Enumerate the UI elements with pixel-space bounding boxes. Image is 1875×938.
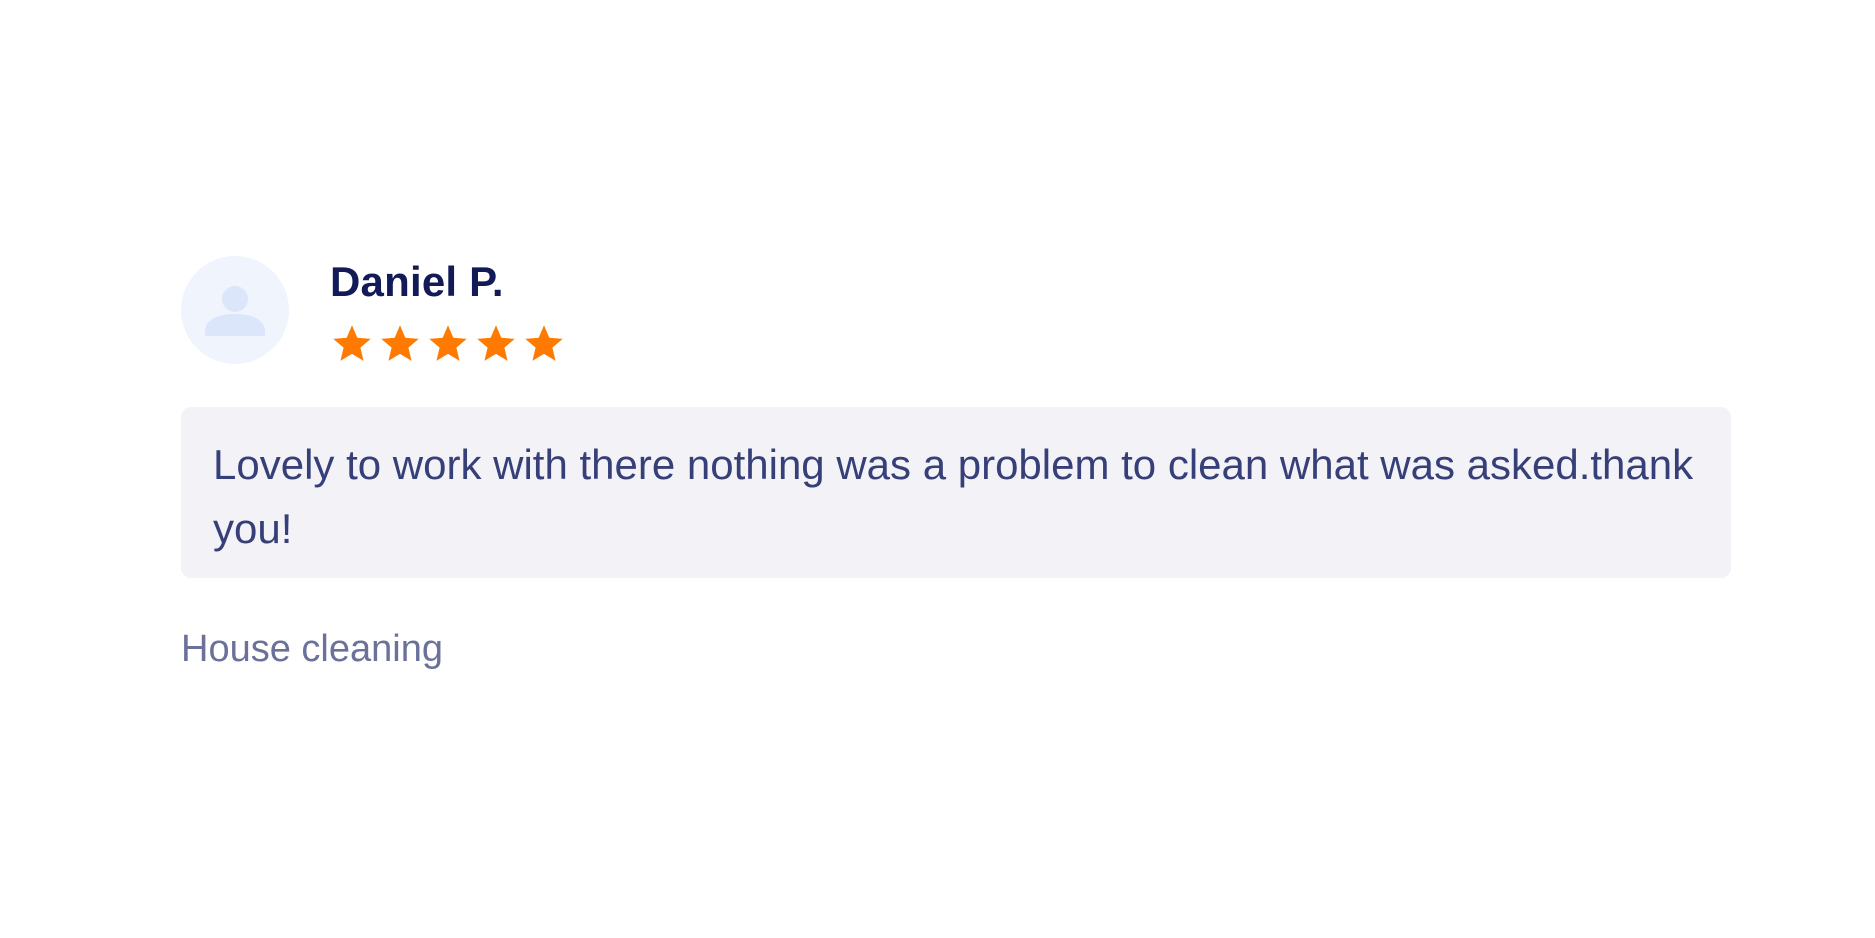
user-placeholder-icon — [205, 286, 265, 336]
service-tag: House cleaning — [181, 628, 443, 670]
reviewer-name: Daniel P. — [330, 258, 504, 305]
avatar — [181, 256, 289, 364]
star-icon — [477, 325, 515, 361]
review-card: Daniel P. Lovely to work with there noth… — [181, 256, 1731, 672]
review-body: Lovely to work with there nothing was a … — [181, 407, 1731, 578]
review-meta: Daniel P. — [330, 256, 566, 366]
star-icon — [525, 325, 563, 361]
star-icon — [429, 325, 467, 361]
star-icon — [333, 325, 371, 361]
page: Daniel P. Lovely to work with there noth… — [0, 0, 1875, 938]
review-text: Lovely to work with there nothing was a … — [213, 441, 1694, 552]
review-header: Daniel P. — [181, 256, 1731, 366]
star-rating — [330, 322, 566, 366]
star-icon — [381, 325, 419, 361]
